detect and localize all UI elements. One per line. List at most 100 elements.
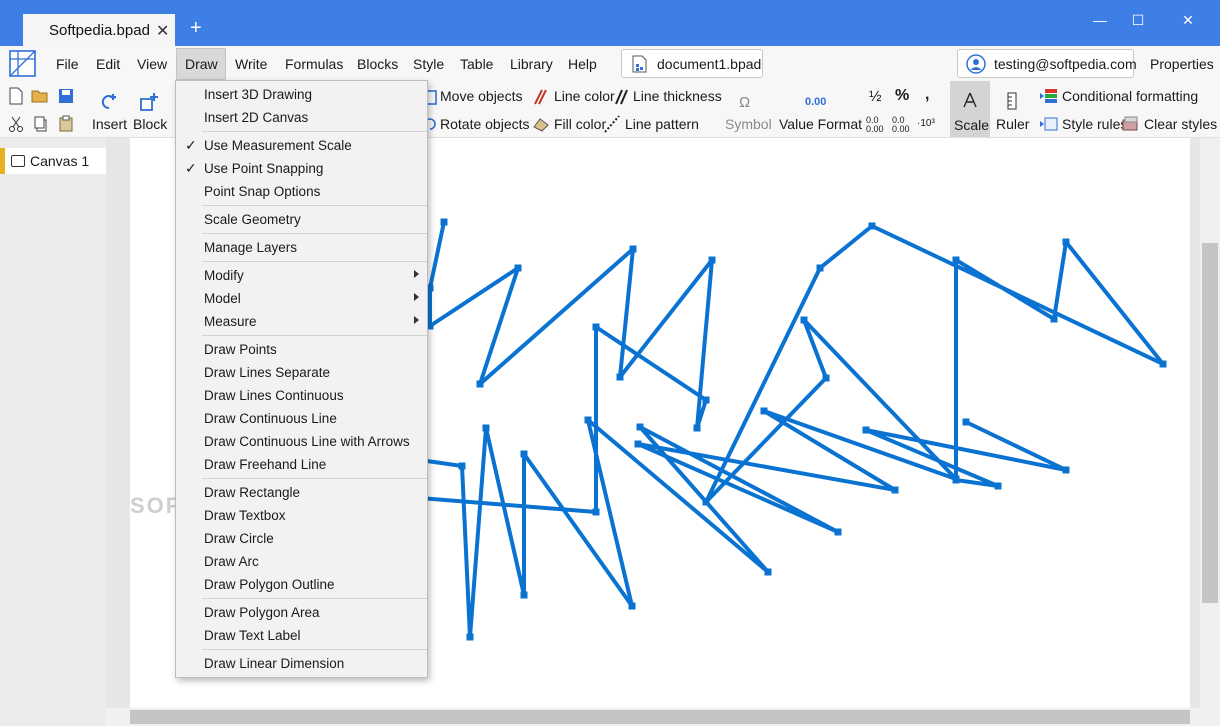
polyline-vertex[interactable] bbox=[1159, 360, 1167, 368]
line-color-button[interactable]: Line color bbox=[554, 88, 615, 104]
polyline-vertex[interactable] bbox=[1062, 238, 1070, 246]
menu-model[interactable]: Model bbox=[176, 287, 427, 310]
canvas-list-item[interactable]: Canvas 1 bbox=[0, 148, 106, 174]
polyline-path[interactable] bbox=[418, 221, 1165, 639]
polyline-vertex[interactable] bbox=[466, 633, 474, 641]
polyline-vertex[interactable] bbox=[482, 424, 490, 432]
polyline-vertex[interactable] bbox=[592, 508, 600, 516]
fill-color-icon[interactable] bbox=[532, 115, 550, 133]
menu-write[interactable]: Write bbox=[235, 56, 267, 72]
menu-draw-polygon-area[interactable]: Draw Polygon Area bbox=[176, 601, 427, 624]
vertical-scroll-thumb[interactable] bbox=[1202, 243, 1218, 603]
polyline-vertex[interactable] bbox=[862, 426, 870, 434]
menu-draw-highlight[interactable]: Draw bbox=[176, 48, 226, 80]
menu-insert-3d-drawing[interactable]: Insert 3D Drawing bbox=[176, 83, 427, 106]
maximize-button[interactable]: ☐ bbox=[1128, 12, 1148, 29]
fraction-button[interactable]: ½ bbox=[869, 88, 882, 105]
polyline-vertex[interactable] bbox=[702, 498, 710, 506]
properties-button[interactable]: Properties bbox=[1150, 56, 1214, 72]
scale-button[interactable]: Scale bbox=[950, 81, 990, 137]
polyline-vertex[interactable] bbox=[962, 418, 970, 426]
menu-draw[interactable]: Draw bbox=[185, 56, 218, 72]
copy-icon[interactable] bbox=[32, 115, 50, 133]
menu-table[interactable]: Table bbox=[460, 56, 493, 72]
menu-draw-lines-separate[interactable]: Draw Lines Separate bbox=[176, 361, 427, 384]
polyline-vertex[interactable] bbox=[891, 486, 899, 494]
move-objects-button[interactable]: Move objects bbox=[440, 88, 522, 104]
polyline-vertex[interactable] bbox=[693, 424, 701, 432]
close-window-button[interactable]: ✕ bbox=[1178, 12, 1198, 29]
thousands-separator-button[interactable]: , bbox=[925, 86, 929, 104]
polyline-vertex[interactable] bbox=[868, 222, 876, 230]
menu-draw-polygon-outline[interactable]: Draw Polygon Outline bbox=[176, 573, 427, 596]
menu-insert-2d-canvas[interactable]: Insert 2D Canvas bbox=[176, 106, 427, 129]
menu-manage-layers[interactable]: Manage Layers bbox=[176, 236, 427, 259]
polyline-vertex[interactable] bbox=[834, 528, 842, 536]
new-tab-button[interactable]: + bbox=[190, 18, 202, 38]
menu-draw-arc[interactable]: Draw Arc bbox=[176, 550, 427, 573]
block-button[interactable]: Block bbox=[133, 116, 167, 132]
polyline-vertex[interactable] bbox=[760, 407, 768, 415]
ruler-button[interactable]: Ruler bbox=[996, 116, 1029, 132]
polyline-vertex[interactable] bbox=[520, 591, 528, 599]
menu-blocks[interactable]: Blocks bbox=[357, 56, 398, 72]
polyline-vertex[interactable] bbox=[822, 374, 830, 382]
polyline-vertex[interactable] bbox=[764, 568, 772, 576]
minimize-button[interactable]: — bbox=[1090, 12, 1110, 28]
polyline-vertex[interactable] bbox=[952, 256, 960, 264]
menu-point-snap-options[interactable]: Point Snap Options bbox=[176, 180, 427, 203]
user-account-button[interactable]: testing@softpedia.com bbox=[957, 49, 1137, 78]
scientific-notation-button[interactable]: ·10³ bbox=[917, 118, 935, 129]
symbol-button[interactable]: Symbol bbox=[725, 116, 772, 132]
polyline-vertex[interactable] bbox=[994, 482, 1002, 490]
polyline-vertex[interactable] bbox=[616, 373, 624, 381]
conditional-formatting-button[interactable]: Conditional formatting bbox=[1062, 88, 1198, 104]
line-color-icon[interactable] bbox=[532, 88, 550, 106]
decrease-decimals-button[interactable]: 0.0 0.00 bbox=[892, 116, 914, 134]
insert-icon[interactable] bbox=[99, 92, 119, 112]
polyline-vertex[interactable] bbox=[592, 323, 600, 331]
line-thickness-icon[interactable] bbox=[613, 88, 631, 106]
line-pattern-icon[interactable] bbox=[603, 115, 621, 133]
polyline-vertex[interactable] bbox=[1050, 315, 1058, 323]
open-folder-icon[interactable] bbox=[31, 87, 49, 105]
increase-decimals-button[interactable]: 0.0 0.00 bbox=[866, 116, 888, 134]
horizontal-scroll-thumb[interactable] bbox=[130, 710, 1190, 724]
menu-draw-freehand-line[interactable]: Draw Freehand Line bbox=[176, 453, 427, 476]
menu-draw-rectangle[interactable]: Draw Rectangle bbox=[176, 481, 427, 504]
menu-edit[interactable]: Edit bbox=[96, 56, 120, 72]
line-pattern-button[interactable]: Line pattern bbox=[625, 116, 699, 132]
polyline-vertex[interactable] bbox=[702, 396, 710, 404]
menu-formulas[interactable]: Formulas bbox=[285, 56, 343, 72]
percent-button[interactable]: % bbox=[895, 87, 909, 105]
polyline-vertex[interactable] bbox=[440, 218, 448, 226]
menu-draw-linear-dimension[interactable]: Draw Linear Dimension bbox=[176, 652, 427, 675]
ruler-icon[interactable] bbox=[1003, 92, 1021, 110]
menu-use-point-snapping[interactable]: ✓ Use Point Snapping bbox=[176, 157, 427, 180]
menu-draw-text-label[interactable]: Draw Text Label bbox=[176, 624, 427, 647]
menu-help[interactable]: Help bbox=[568, 56, 597, 72]
polyline-vertex[interactable] bbox=[800, 316, 808, 324]
polyline-vertex[interactable] bbox=[458, 462, 466, 470]
menu-draw-circle[interactable]: Draw Circle bbox=[176, 527, 427, 550]
menu-draw-continuous-line[interactable]: Draw Continuous Line bbox=[176, 407, 427, 430]
document-tab[interactable]: Softpedia.bpad ✕ bbox=[23, 14, 175, 46]
style-rules-button[interactable]: Style rules bbox=[1062, 116, 1127, 132]
polyline-vertex[interactable] bbox=[636, 423, 644, 431]
menu-library[interactable]: Library bbox=[510, 56, 553, 72]
menu-measure[interactable]: Measure bbox=[176, 310, 427, 333]
clear-styles-icon[interactable] bbox=[1122, 115, 1140, 133]
menu-draw-textbox[interactable]: Draw Textbox bbox=[176, 504, 427, 527]
polyline-vertex[interactable] bbox=[514, 264, 522, 272]
paste-icon[interactable] bbox=[57, 115, 75, 133]
polyline-vertex[interactable] bbox=[816, 264, 824, 272]
menu-draw-continuous-line-with-arrows[interactable]: Draw Continuous Line with Arrows bbox=[176, 430, 427, 453]
menu-scale-geometry[interactable]: Scale Geometry bbox=[176, 208, 427, 231]
polyline-vertex[interactable] bbox=[952, 476, 960, 484]
fill-color-button[interactable]: Fill color bbox=[554, 116, 606, 132]
menu-view[interactable]: View bbox=[137, 56, 167, 72]
polyline-vertex[interactable] bbox=[476, 380, 484, 388]
save-icon[interactable] bbox=[57, 87, 75, 105]
polyline-vertex[interactable] bbox=[1062, 466, 1070, 474]
polyline-vertex[interactable] bbox=[708, 256, 716, 264]
